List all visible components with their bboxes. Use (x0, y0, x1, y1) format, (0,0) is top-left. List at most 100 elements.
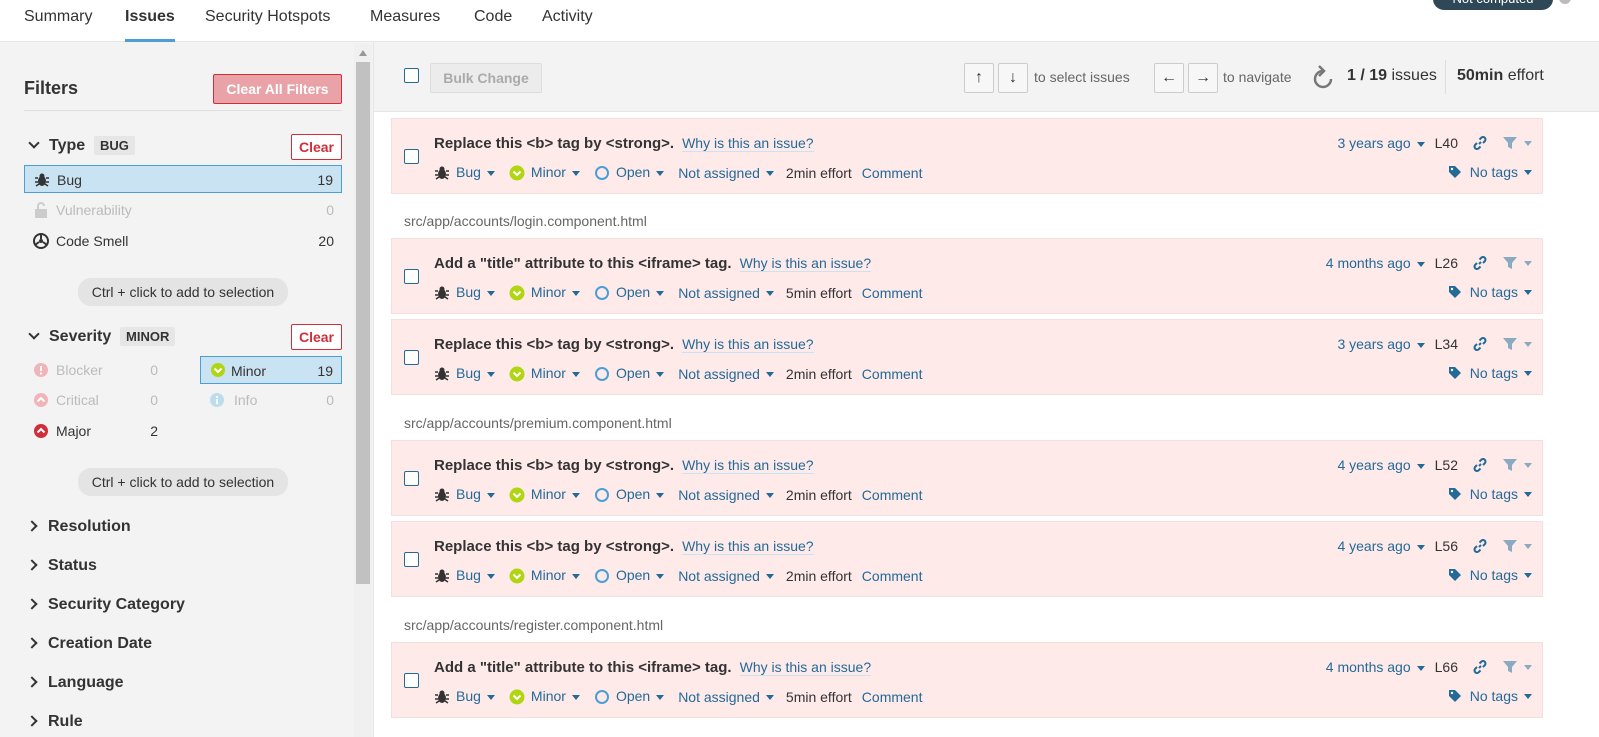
why-is-this-an-issue-link[interactable]: Why is this an issue? (739, 659, 872, 676)
comment-link[interactable]: Comment (862, 366, 923, 382)
sidebar-scrollbar[interactable] (354, 44, 372, 737)
issue-tags-dropdown[interactable]: No tags (1448, 365, 1532, 381)
tab-security-hotspots[interactable]: Security Hotspots (205, 8, 330, 42)
clear-type-button[interactable]: Clear (291, 134, 342, 160)
filter-icon[interactable] (1502, 135, 1518, 151)
issue-severity-dropdown[interactable]: Minor (509, 486, 580, 503)
facet-type-header[interactable]: Type (49, 137, 85, 155)
comment-link[interactable]: Comment (862, 285, 923, 301)
issue-checkbox[interactable] (404, 673, 419, 688)
issue-assignee-dropdown[interactable]: Not assigned (678, 568, 774, 584)
issue-status-dropdown[interactable]: Open (594, 567, 665, 584)
permalink-icon[interactable] (1472, 336, 1488, 352)
help-icon[interactable] (1559, 0, 1571, 4)
filter-icon[interactable] (1502, 538, 1518, 554)
issue-checkbox[interactable] (404, 552, 419, 567)
issue-message[interactable]: Replace this <b> tag by <strong>. Why is … (434, 336, 814, 353)
issue-message[interactable]: Add a "title" attribute to this <iframe>… (434, 659, 872, 676)
comment-link[interactable]: Comment (862, 165, 923, 181)
issue-type-dropdown[interactable]: Bug (434, 284, 495, 301)
chevron-right-icon[interactable] (26, 715, 38, 727)
permalink-icon[interactable] (1472, 457, 1488, 473)
issue-card[interactable]: Replace this <b> tag by <strong>. Why is … (391, 319, 1543, 395)
chevron-right-icon[interactable] (26, 637, 38, 649)
filter-icon[interactable] (1502, 659, 1518, 675)
permalink-icon[interactable] (1472, 659, 1488, 675)
issue-severity-dropdown[interactable]: Minor (509, 284, 580, 301)
tab-summary[interactable]: Summary (24, 8, 92, 42)
chevron-right-icon[interactable] (26, 520, 38, 532)
issue-checkbox[interactable] (404, 471, 419, 486)
issue-severity-dropdown[interactable]: Minor (509, 688, 580, 705)
caret-down-icon[interactable] (1524, 462, 1532, 468)
issue-status-dropdown[interactable]: Open (594, 688, 665, 705)
issue-age-dropdown[interactable]: 3 years ago (1337, 135, 1425, 151)
caret-down-icon[interactable] (1524, 664, 1532, 670)
issue-card[interactable]: Add a "title" attribute to this <iframe>… (391, 238, 1543, 314)
issue-type-dropdown[interactable]: Bug (434, 365, 495, 382)
issue-assignee-dropdown[interactable]: Not assigned (678, 165, 774, 181)
issue-status-dropdown[interactable]: Open (594, 284, 665, 301)
reload-icon[interactable] (1312, 64, 1336, 90)
issue-severity-dropdown[interactable]: Minor (509, 567, 580, 584)
chevron-right-icon[interactable] (26, 559, 38, 571)
caret-down-icon[interactable] (1524, 341, 1532, 347)
clear-all-filters-button[interactable]: Clear All Filters (213, 74, 342, 104)
filter-icon[interactable] (1502, 255, 1518, 271)
facet-item-code-smell[interactable]: Code Smell 20 (24, 227, 342, 255)
issue-tags-dropdown[interactable]: No tags (1448, 164, 1532, 180)
facet-language-header[interactable]: Language (48, 674, 124, 692)
issue-type-dropdown[interactable]: Bug (434, 486, 495, 503)
issue-assignee-dropdown[interactable]: Not assigned (678, 285, 774, 301)
caret-down-icon[interactable] (1524, 260, 1532, 266)
facet-resolution-header[interactable]: Resolution (48, 518, 131, 536)
filter-icon[interactable] (1502, 336, 1518, 352)
issue-age-dropdown[interactable]: 4 years ago (1337, 538, 1425, 554)
why-is-this-an-issue-link[interactable]: Why is this an issue? (682, 336, 814, 353)
issue-tags-dropdown[interactable]: No tags (1448, 486, 1532, 502)
issue-severity-dropdown[interactable]: Minor (509, 365, 580, 382)
issue-checkbox[interactable] (404, 149, 419, 164)
issue-assignee-dropdown[interactable]: Not assigned (678, 689, 774, 705)
issue-type-dropdown[interactable]: Bug (434, 567, 495, 584)
issue-message[interactable]: Add a "title" attribute to this <iframe>… (434, 255, 872, 272)
issue-tags-dropdown[interactable]: No tags (1448, 567, 1532, 583)
issue-checkbox[interactable] (404, 350, 419, 365)
issue-status-dropdown[interactable]: Open (594, 365, 665, 382)
issue-status-dropdown[interactable]: Open (594, 486, 665, 503)
issue-tags-dropdown[interactable]: No tags (1448, 688, 1532, 704)
issue-card[interactable]: Replace this <b> tag by <strong>. Why is … (391, 118, 1543, 194)
chevron-right-icon[interactable] (26, 598, 38, 610)
facet-item-bug[interactable]: Bug 19 (24, 165, 342, 193)
scroll-up-arrow-icon[interactable] (359, 50, 367, 56)
facet-item-critical[interactable]: Critical 0 (24, 386, 174, 414)
chevron-down-icon[interactable] (28, 137, 40, 149)
issue-tags-dropdown[interactable]: No tags (1448, 284, 1532, 300)
facet-item-blocker[interactable]: Blocker 0 (24, 356, 174, 384)
issue-message-text[interactable]: Add a "title" attribute to this <iframe>… (434, 255, 732, 272)
issue-age-dropdown[interactable]: 3 years ago (1337, 336, 1425, 352)
bulk-change-button[interactable]: Bulk Change (430, 63, 542, 93)
why-is-this-an-issue-link[interactable]: Why is this an issue? (739, 255, 872, 272)
filter-icon[interactable] (1502, 457, 1518, 473)
permalink-icon[interactable] (1472, 135, 1488, 151)
issue-message-text[interactable]: Replace this <b> tag by <strong>. (434, 538, 674, 555)
why-is-this-an-issue-link[interactable]: Why is this an issue? (682, 457, 814, 474)
select-all-checkbox[interactable] (404, 68, 419, 83)
comment-link[interactable]: Comment (862, 487, 923, 503)
issue-age-dropdown[interactable]: 4 years ago (1337, 457, 1425, 473)
why-is-this-an-issue-link[interactable]: Why is this an issue? (682, 135, 814, 152)
issue-message-text[interactable]: Replace this <b> tag by <strong>. (434, 457, 674, 474)
facet-item-vulnerability[interactable]: Vulnerability 0 (24, 196, 342, 224)
facet-rule-header[interactable]: Rule (48, 713, 83, 731)
permalink-icon[interactable] (1472, 538, 1488, 554)
facet-item-major[interactable]: Major 2 (24, 417, 174, 445)
issue-card[interactable]: Add a "title" attribute to this <iframe>… (391, 642, 1543, 718)
chevron-right-icon[interactable] (26, 676, 38, 688)
issue-status-dropdown[interactable]: Open (594, 164, 665, 181)
issue-message[interactable]: Replace this <b> tag by <strong>. Why is … (434, 135, 814, 152)
issue-type-dropdown[interactable]: Bug (434, 164, 495, 181)
tab-issues[interactable]: Issues (125, 8, 175, 42)
issue-assignee-dropdown[interactable]: Not assigned (678, 366, 774, 382)
why-is-this-an-issue-link[interactable]: Why is this an issue? (682, 538, 814, 555)
